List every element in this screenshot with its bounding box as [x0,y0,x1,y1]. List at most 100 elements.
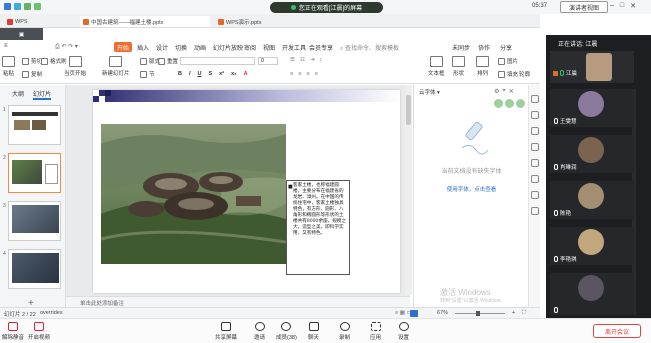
close-icon[interactable]: ✕ [630,2,636,10]
slide-editing-canvas[interactable]: ■ 客家土楼，也称福建圆楼，主要分布在福建省的龙岩、漳州。在中国的传统住宅中，客… [66,85,410,307]
share-screen-button[interactable]: 共享屏幕 [215,322,237,341]
paragraph-buttons[interactable]: ☰ ☷ ⇥ ↕ [290,57,322,63]
tab-wps-home[interactable]: WPS [4,16,31,27]
number-list-icon[interactable]: ☷ [300,57,305,63]
participant-tile[interactable]: 肖琳润 [550,135,634,173]
menu-design[interactable]: 设计 [156,43,168,52]
slide-text-box[interactable]: ■ 客家土楼，也称福建圆楼，主要分布在福建省的龙岩、漳州。在中国的传统住宅中，客… [286,180,350,275]
shape-library-icon[interactable] [531,191,539,199]
members-button[interactable]: 成员(38) [276,322,297,341]
underline-icon[interactable]: U [198,71,202,77]
settings-icon[interactable]: ⚙ [494,88,499,95]
canvas-vertical-scrollbar[interactable] [405,85,412,295]
section-button[interactable]: 节 [140,70,155,78]
help-icon[interactable] [531,159,539,167]
superscript-icon[interactable]: x² [219,71,224,77]
presenter-view-button[interactable]: 演讲者视图 [560,1,608,13]
new-slide-button[interactable]: 新建幻灯片 [102,56,130,77]
maximize-icon[interactable]: □ [620,2,624,10]
location-pin-icon[interactable] [531,207,539,215]
info-icon[interactable] [24,3,31,10]
fit-window-icon[interactable]: ⛶ [522,310,526,317]
menu-review[interactable]: 审阅 [244,43,256,52]
close-panel-icon[interactable]: ✕ [509,88,514,95]
tab-slides[interactable]: 幻灯片 [33,89,52,100]
slide-thumbnail-3[interactable] [8,201,61,241]
start-video-button[interactable]: 开启视频 [28,322,50,341]
apps-button[interactable]: 应用 [370,322,381,341]
copy-button[interactable]: 复制 [22,70,42,78]
justify-icon[interactable]: ≡ [315,71,318,77]
minimize-icon[interactable]: – [610,2,614,10]
arrange-button[interactable]: 排列 [476,56,489,77]
paste-button[interactable]: 粘贴 [2,56,15,77]
current-slide[interactable]: ■ 客家土楼，也称福建圆楼，主要分布在福建省的龙岩、漳州。在中国的传统住宅中，客… [93,90,400,293]
align-buttons[interactable]: ≡ ≡ ≡ ≡ [290,71,318,77]
sync-status[interactable]: 未同步 [452,43,470,52]
properties-icon[interactable] [531,95,539,103]
tulou-photo[interactable] [100,124,287,264]
align-left-icon[interactable]: ≡ [290,71,293,77]
zoom-slider[interactable] [455,313,505,314]
align-center-icon[interactable]: ≡ [298,71,301,77]
format-painter-button[interactable]: 格式刷 [41,57,67,65]
menu-developer[interactable]: 开发工具 [282,43,306,52]
layers-icon[interactable] [531,143,539,151]
font-icon[interactable] [531,175,539,183]
location-icon[interactable]: ⌖ [502,88,505,95]
italic-icon[interactable]: I [189,71,191,77]
align-right-icon[interactable]: ≡ [306,71,309,77]
subscript-icon[interactable]: x₂ [231,71,237,77]
tab-document[interactable]: WPS演示.pptx [215,16,305,27]
layout-button[interactable]: 版式 [140,57,160,65]
indent-icon[interactable]: ⇥ [310,57,315,63]
notes-area[interactable]: 单击此处添加备注 [66,296,410,307]
fill-button[interactable]: 填充 [498,70,518,78]
participant-tile[interactable]: 王雯慧 [550,89,634,127]
file-menu-icon[interactable]: ≡ [4,43,8,49]
menu-insert[interactable]: 插入 [137,43,149,52]
invite-button[interactable]: 邀请 [254,322,265,341]
slide-thumbnail-2-selected[interactable] [8,153,61,193]
zoom-slider-handle[interactable] [476,311,480,316]
record-button[interactable]: 录制 [339,322,350,341]
line-spacing-icon[interactable]: ↕ [319,57,322,63]
quick-access-icons[interactable]: ⎙ ↶ ↷ ▾ [55,43,78,51]
transform-icon[interactable] [531,127,539,135]
share-button[interactable]: 分享 [500,43,512,52]
font-color-icon[interactable]: A [244,71,248,77]
slide-thumbnail-1[interactable] [8,105,61,145]
font-size-select[interactable]: 0 [258,57,278,65]
share-status-pill[interactable]: 您正在观看[江晨]的屏幕 [270,2,383,13]
animation-icon[interactable] [531,111,539,119]
menu-animation[interactable]: 动画 [194,43,206,52]
outline-button[interactable]: 轮廓 [519,70,530,78]
shape-button[interactable]: 形状 [452,56,465,77]
unmute-button[interactable]: 解除静音 [2,322,24,341]
picture-button[interactable]: 图片 [498,57,518,65]
textbox-button[interactable]: 文本框 [428,56,445,77]
bullet-list-icon[interactable]: ☰ [290,57,295,63]
participant-tile[interactable] [550,273,634,315]
chat-button[interactable]: 聊天 [308,322,319,341]
scrollbar-thumb[interactable] [406,95,411,125]
font-name-select[interactable] [180,57,255,65]
cut-button[interactable]: 剪切 [22,57,42,65]
slide-thumbnail-4[interactable] [8,249,61,289]
tab-document-active[interactable]: 中国古建筑——福建土楼.pptx [80,16,210,27]
bold-icon[interactable]: B [178,71,182,77]
menu-transition[interactable]: 切换 [175,43,187,52]
play-from-current-button[interactable]: 当页开始 [64,56,86,77]
collaborate-button[interactable]: 协作 [478,43,490,52]
tab-outline[interactable]: 大纲 [12,89,24,98]
shield-icon[interactable] [14,3,21,10]
text-format-buttons[interactable]: B I U S x² x₂ A [178,71,248,77]
play-slideshow-icon[interactable] [410,310,418,317]
participant-tile[interactable]: 陈艳 [550,181,634,219]
view-fonts-link[interactable]: 使用字体，点击查看 [414,185,529,193]
strikethrough-icon[interactable]: S [209,71,213,77]
participant-tile[interactable]: 李艳琪 [550,227,634,265]
participant-tile-speaker[interactable]: 江晨 [550,51,634,83]
menu-home-active[interactable]: 开始 [114,42,132,52]
user-icon[interactable] [4,3,11,10]
